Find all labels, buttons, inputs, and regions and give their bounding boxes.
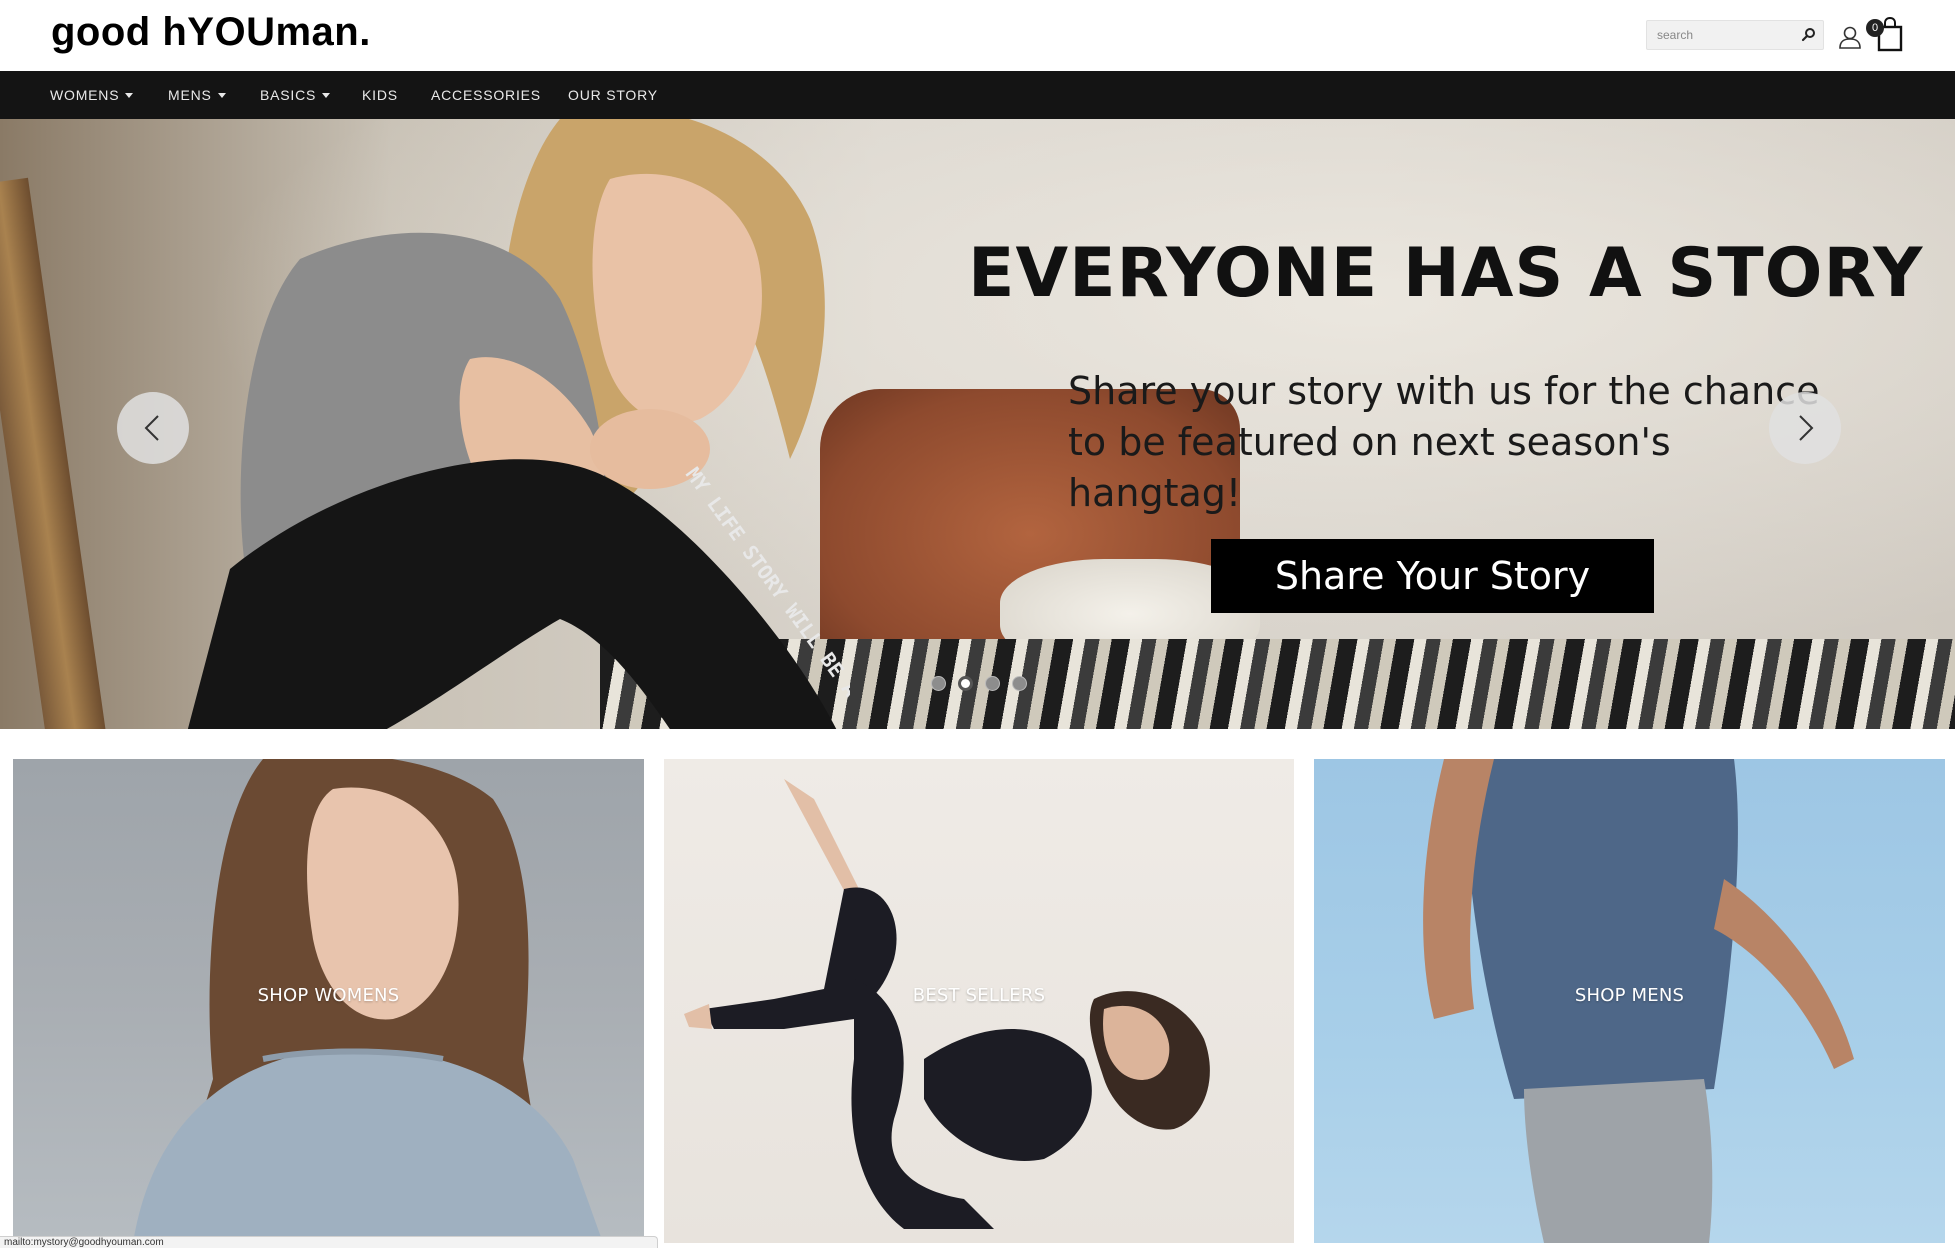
nav-item-womens[interactable]: WOMENS [50,71,134,119]
cart-count-badge: 0 [1866,19,1884,37]
hero-headline: EVERYONE HAS A STORY [968,234,1924,313]
nav-item-mens[interactable]: MENS [168,71,226,119]
nav-item-our-story[interactable]: OUR STORY [568,71,658,119]
nav-item-label: BASICS [260,87,317,103]
carousel-dot[interactable] [931,676,946,691]
caret-down-icon [125,93,134,98]
site-logo[interactable]: good hYOUman. [51,10,371,55]
nav-item-label: OUR STORY [568,87,658,103]
tile-label: SHOP MENS [1574,985,1685,1006]
tile-label: SHOP WOMENS [257,985,400,1006]
hero-carousel: MY LIFE STORY WILL BE A GO EVERYONE HAS … [0,119,1955,729]
chevron-right-icon [1799,415,1814,441]
nav-item-kids[interactable]: KIDS [362,71,398,119]
tile-shop-mens[interactable]: SHOP MENS [1314,759,1945,1243]
caret-down-icon [322,93,331,98]
caret-down-icon [217,93,226,98]
site-header: good hYOUman. 0 [0,0,1955,71]
carousel-next-button[interactable] [1769,392,1841,464]
nav-item-label: WOMENS [50,87,120,103]
carousel-dot[interactable] [985,676,1000,691]
search-icon[interactable] [1801,27,1817,43]
carousel-dot[interactable] [1012,676,1027,691]
browser-status-bar: mailto:mystory@goodhyouman.com [0,1236,658,1248]
hero-subtitle-line-2: to be featured on next season's hangtag! [1068,420,1671,515]
tile-shop-womens[interactable]: SHOP WOMENS [13,759,644,1243]
hero-subtitle: Share your story with us for the chance … [1068,366,1828,519]
carousel-dot-active[interactable] [958,676,973,691]
nav-item-label: ACCESSORIES [431,87,541,103]
nav-item-accessories[interactable]: ACCESSORIES [431,71,541,119]
search-box [1646,20,1824,50]
tile-label: BEST SELLERS [912,985,1046,1006]
carousel-prev-button[interactable] [117,392,189,464]
chevron-left-icon [144,415,159,441]
hero-model-image: MY LIFE STORY WILL BE A GO [187,119,850,729]
tile-best-sellers[interactable]: BEST SELLERS [664,759,1294,1243]
share-your-story-button[interactable]: Share Your Story [1211,539,1654,613]
nav-item-label: KIDS [362,87,398,103]
nav-item-label: MENS [168,87,212,103]
user-icon[interactable] [1838,24,1862,50]
nav-item-basics[interactable]: BASICS [260,71,331,119]
hero-subtitle-line-1: Share your story with us for the chance [1068,369,1820,413]
search-input[interactable] [1647,21,1787,49]
main-nav: WOMENS MENS BASICS KIDS ACCESSORIES OUR … [0,71,1955,119]
